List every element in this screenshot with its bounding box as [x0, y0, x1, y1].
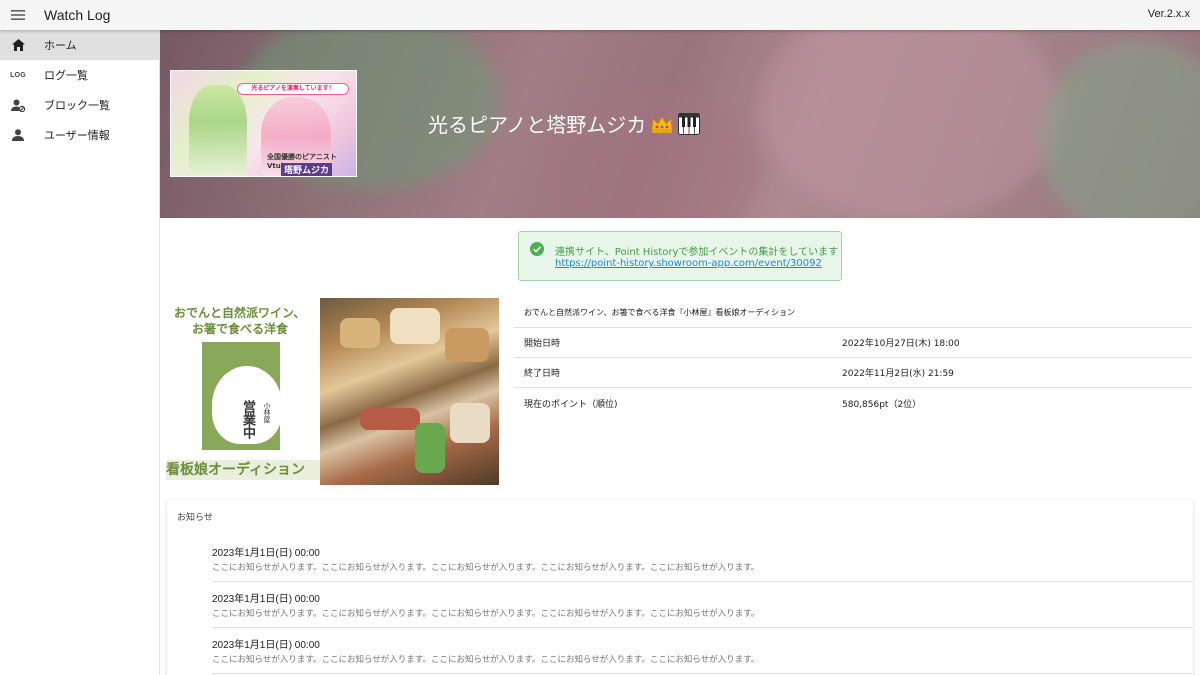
- sidebar-item-blocks[interactable]: ブロック一覧: [0, 90, 159, 120]
- info-label: 現在のポイント（順位): [524, 399, 618, 410]
- notice-list: 2023年1月1日(日) 00:00 ここにお知らせが入ります。ここにお知らせが…: [212, 536, 1193, 674]
- sign-shop-name: 小林屋: [263, 402, 271, 423]
- app-title[interactable]: Watch Log: [44, 7, 110, 23]
- crown-icon: [651, 115, 673, 133]
- person-icon: [10, 127, 26, 143]
- sidebar-item-label: ユーザー情報: [44, 129, 110, 142]
- home-icon: [10, 37, 26, 53]
- point-history-link[interactable]: https://point-history.showroom-app.com/e…: [555, 258, 822, 269]
- thumbnail-name: 塔野ムジカ: [281, 163, 333, 176]
- shop-sign-illustration: 営業中 小林屋: [202, 342, 282, 450]
- sidebar-item-home[interactable]: ホーム: [0, 30, 159, 60]
- event-poster: おでんと自然派ワイン、 お箸で食べる洋食 営業中 小林屋 看板娘オーディション: [166, 298, 320, 485]
- food-shape: [415, 423, 445, 473]
- event-info-row: 終了日時 2022年11月2日(水) 21:59: [514, 358, 1192, 388]
- food-shape: [445, 328, 489, 362]
- room-title-text: 光るピアノと塔野ムジカ: [428, 115, 647, 137]
- character-illustration: [189, 85, 247, 176]
- info-value: 580,856pt（2位）: [842, 399, 922, 410]
- sidebar-item-label: ログ一覧: [44, 69, 88, 82]
- room-thumbnail[interactable]: 光るピアノを演奏しています！ 全国優勝のピアニストVtuber 塔野ムジカ: [170, 70, 357, 177]
- sidebar-item-label: ブロック一覧: [44, 99, 110, 112]
- person-block-icon: [10, 97, 26, 113]
- alert-message: 連携サイト、Point Historyで参加イベントの集計をしています: [555, 247, 839, 258]
- room-title: 光るピアノと塔野ムジカ: [428, 109, 701, 138]
- hamburger-menu-icon: [11, 10, 25, 20]
- notice-date: 2023年1月1日(日) 00:00: [212, 640, 320, 651]
- notice-date: 2023年1月1日(日) 00:00: [212, 548, 320, 559]
- info-label: 開始日時: [524, 339, 561, 349]
- food-shape: [450, 403, 490, 443]
- piano-icon: [678, 112, 701, 135]
- menu-button[interactable]: [0, 0, 36, 30]
- notice-card: お知らせ 2023年1月1日(日) 00:00 ここにお知らせが入ります。ここに…: [167, 500, 1193, 675]
- sidebar-item-label: ホーム: [44, 39, 77, 52]
- info-value: 2022年10月27日(木) 18:00: [842, 339, 960, 349]
- notice-date: 2023年1月1日(日) 00:00: [212, 594, 320, 605]
- event-poster-footer: 看板娘オーディション: [166, 460, 320, 480]
- event-info-row: 現在のポイント（順位) 580,856pt（2位）: [514, 388, 1192, 418]
- food-shape: [340, 318, 380, 348]
- notice-body: ここにお知らせが入ります。ここにお知らせが入ります。ここにお知らせが入ります。こ…: [212, 609, 760, 619]
- app-bar: Watch Log Ver.2.x.x: [0, 0, 1200, 30]
- sidebar: ホーム LOG ログ一覧 ブロック一覧 ユーザー情報: [0, 30, 160, 675]
- notice-item[interactable]: 2023年1月1日(日) 00:00 ここにお知らせが入ります。ここにお知らせが…: [212, 582, 1193, 628]
- sidebar-item-logs[interactable]: LOG ログ一覧: [0, 60, 159, 90]
- event-image: おでんと自然派ワイン、 お箸で食べる洋食 営業中 小林屋 看板娘オーディション: [166, 298, 499, 485]
- notice-title: お知らせ: [177, 513, 213, 523]
- check-circle-icon: [530, 242, 544, 256]
- version-label: Ver.2.x.x: [1147, 8, 1190, 20]
- notice-item[interactable]: 2023年1月1日(日) 00:00 ここにお知らせが入ります。ここにお知らせが…: [212, 628, 1193, 674]
- room-banner: 光るピアノを演奏しています！ 全国優勝のピアニストVtuber 塔野ムジカ 光る…: [160, 30, 1200, 218]
- event-poster-heading: おでんと自然派ワイン、: [174, 306, 306, 320]
- log-icon: LOG: [10, 71, 26, 79]
- thumbnail-tag: 光るピアノを演奏しています！: [237, 83, 349, 95]
- event-info-row: 開始日時 2022年10月27日(木) 18:00: [514, 328, 1192, 358]
- notice-body: ここにお知らせが入ります。ここにお知らせが入ります。ここにお知らせが入ります。こ…: [212, 563, 760, 573]
- event-poster-heading: お箸で食べる洋食: [192, 322, 289, 336]
- sidebar-item-user-info[interactable]: ユーザー情報: [0, 120, 159, 150]
- event-info-table: おでんと自然派ワイン、お箸で食べる洋食『小林屋』看板娘オーディション 開始日時 …: [514, 298, 1192, 418]
- food-shape: [390, 308, 440, 344]
- oden-food-photo: [320, 298, 499, 485]
- sign-text: 営業中: [240, 400, 255, 439]
- notice-item[interactable]: 2023年1月1日(日) 00:00 ここにお知らせが入ります。ここにお知らせが…: [212, 536, 1193, 582]
- food-shape: [360, 408, 420, 430]
- info-alert: 連携サイト、Point Historyで参加イベントの集計をしています http…: [518, 231, 842, 281]
- event-title: おでんと自然派ワイン、お箸で食べる洋食『小林屋』看板娘オーディション: [514, 298, 1192, 328]
- info-value: 2022年11月2日(水) 21:59: [842, 369, 954, 379]
- notice-body: ここにお知らせが入ります。ここにお知らせが入ります。ここにお知らせが入ります。こ…: [212, 655, 760, 665]
- info-label: 終了日時: [524, 369, 561, 379]
